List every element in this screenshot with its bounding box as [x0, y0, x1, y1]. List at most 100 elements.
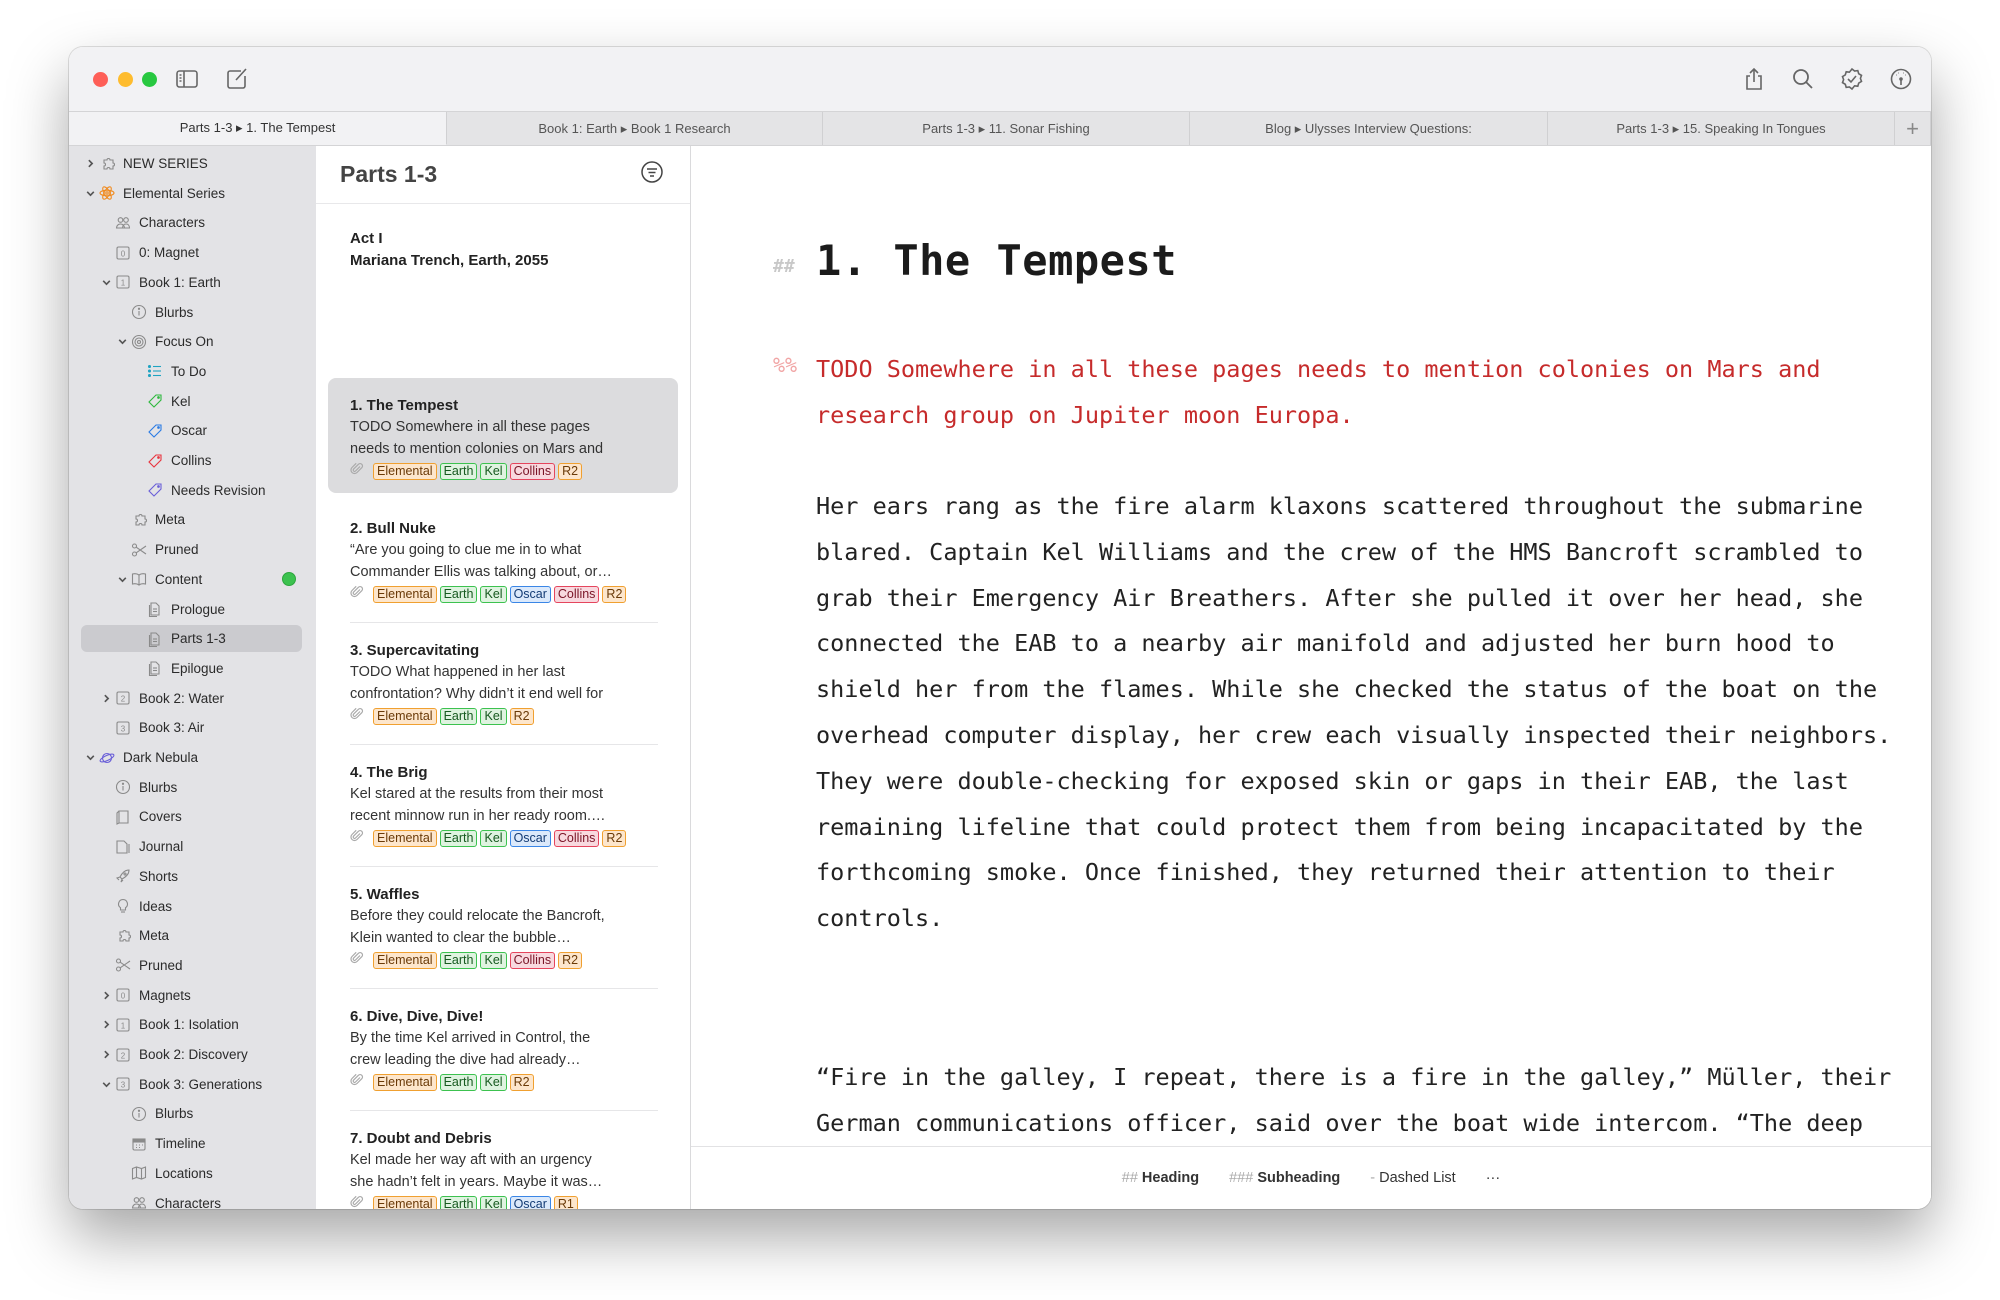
- sidebar-item-content[interactable]: Content: [81, 566, 302, 593]
- sidebar-item-locations[interactable]: Locations: [81, 1160, 302, 1187]
- keyword-tag[interactable]: Kel: [480, 586, 507, 603]
- sidebar-item-ideas[interactable]: Ideas: [81, 893, 302, 920]
- keyword-tag[interactable]: Earth: [439, 1074, 478, 1091]
- keyword-tag[interactable]: Oscar: [509, 830, 551, 847]
- keyword-tag[interactable]: R2: [602, 586, 627, 603]
- sidebar-item-meta[interactable]: Meta: [81, 922, 302, 949]
- sheet-item[interactable]: 6. Dive, Dive, Dive! By the time Kel arri…: [328, 989, 678, 1110]
- sidebar-item-characters[interactable]: Characters: [81, 1190, 302, 1209]
- keyword-tag[interactable]: Kel: [480, 952, 507, 969]
- sidebar-item-book-3-generations[interactable]: 3 Book 3: Generations: [81, 1071, 302, 1098]
- chevron-down-icon[interactable]: [83, 752, 97, 763]
- sidebar-item-meta[interactable]: Meta: [81, 506, 302, 533]
- sidebar-item-collins[interactable]: Collins: [81, 447, 302, 474]
- dashboard-icon[interactable]: [1886, 64, 1916, 94]
- keyword-tag[interactable]: R2: [558, 952, 583, 969]
- editor-text-area[interactable]: ## 1. The Tempest %% TODO Somewhere in a…: [691, 146, 1931, 1146]
- sheet-item[interactable]: 3. Supercavitating TODO What happened in …: [328, 623, 678, 744]
- format-subheading-button[interactable]: ### Subheading: [1229, 1170, 1340, 1186]
- sidebar-item-journal[interactable]: Journal: [81, 833, 302, 860]
- chevron-right-icon[interactable]: [99, 990, 113, 1001]
- sidebar-item-book-1-earth[interactable]: 1 Book 1: Earth: [81, 269, 302, 296]
- tab-1[interactable]: Parts 1-3 ▸ 1. The Tempest: [69, 112, 447, 145]
- sidebar-item-shorts[interactable]: Shorts: [81, 863, 302, 890]
- keyword-tag[interactable]: R2: [509, 1074, 534, 1091]
- act-header-sheet[interactable]: Act I Mariana Trench, Earth, 2055: [316, 204, 690, 378]
- chevron-down-icon[interactable]: [99, 1079, 113, 1090]
- sheet-item[interactable]: 2. Bull Nuke “Are you going to clue me in…: [328, 501, 678, 622]
- add-tab-button[interactable]: +: [1895, 112, 1931, 145]
- sidebar-item-characters[interactable]: Characters: [81, 209, 302, 236]
- keyword-tag[interactable]: Elemental: [373, 586, 437, 603]
- sidebar-item-to-do[interactable]: To Do: [81, 358, 302, 385]
- sheet-item[interactable]: 5. Waffles Before they could relocate the…: [328, 867, 678, 988]
- keyword-tag[interactable]: Kel: [480, 830, 507, 847]
- sidebar-item-book-3-air[interactable]: 3 Book 3: Air: [81, 714, 302, 741]
- sheet-item[interactable]: 7. Doubt and Debris Kel made her way aft …: [328, 1111, 678, 1209]
- keyword-tag[interactable]: R2: [558, 463, 583, 480]
- sidebar-item-prologue[interactable]: Prologue: [81, 596, 302, 623]
- keyword-tag[interactable]: R2: [602, 830, 627, 847]
- chevron-down-icon[interactable]: [99, 277, 113, 288]
- close-button[interactable]: [93, 72, 108, 87]
- sidebar-toggle-icon[interactable]: [172, 64, 202, 94]
- format-dashed-list-button[interactable]: - Dashed List: [1370, 1170, 1455, 1186]
- sidebar-item-book-1-isolation[interactable]: 1 Book 1: Isolation: [81, 1011, 302, 1038]
- keyword-tag[interactable]: Earth: [439, 708, 478, 725]
- keyword-tag[interactable]: Elemental: [373, 463, 437, 480]
- keyword-tag[interactable]: R1: [553, 1196, 578, 1209]
- minimize-button[interactable]: [118, 72, 133, 87]
- sidebar-item-focus-on[interactable]: Focus On: [81, 328, 302, 355]
- sheet-item[interactable]: 1. The Tempest TODO Somewhere in all thes…: [328, 378, 678, 493]
- sidebar-item-blurbs[interactable]: Blurbs: [81, 299, 302, 326]
- chevron-right-icon[interactable]: [99, 1019, 113, 1030]
- sidebar-item-blurbs[interactable]: Blurbs: [81, 774, 302, 801]
- sidebar-item-parts-1-3[interactable]: Parts 1-3: [81, 625, 302, 653]
- sheet-item[interactable]: 4. The Brig Kel stared at the results fro…: [328, 745, 678, 866]
- sidebar-item-needs-revision[interactable]: Needs Revision: [81, 477, 302, 504]
- keyword-tag[interactable]: Oscar: [509, 586, 551, 603]
- tab-5[interactable]: Parts 1-3 ▸ 15. Speaking In Tongues: [1548, 112, 1895, 145]
- keyword-tag[interactable]: Collins: [553, 586, 600, 603]
- sidebar-item-timeline[interactable]: Timeline: [81, 1130, 302, 1157]
- chevron-right-icon[interactable]: [99, 1049, 113, 1060]
- share-icon[interactable]: [1739, 64, 1769, 94]
- sidebar-item-oscar[interactable]: Oscar: [81, 417, 302, 444]
- review-badge-icon[interactable]: [1837, 64, 1867, 94]
- keyword-tag[interactable]: Elemental: [373, 708, 437, 725]
- new-sheet-icon[interactable]: [222, 64, 252, 94]
- more-formats-button[interactable]: ···: [1486, 1170, 1501, 1186]
- keyword-tag[interactable]: Elemental: [373, 1196, 437, 1209]
- keyword-tag[interactable]: Collins: [509, 952, 556, 969]
- sidebar-item-elemental-series[interactable]: Elemental Series: [81, 180, 302, 207]
- keyword-tag[interactable]: Collins: [553, 830, 600, 847]
- sidebar-item-kel[interactable]: Kel: [81, 388, 302, 415]
- sidebar-item-epilogue[interactable]: Epilogue: [81, 655, 302, 682]
- tab-4[interactable]: Blog ▸ Ulysses Interview Questions:: [1190, 112, 1548, 145]
- sidebar-item-pruned[interactable]: Pruned: [81, 952, 302, 979]
- keyword-tag[interactable]: Kel: [480, 1074, 507, 1091]
- sidebar-item-magnets[interactable]: 0 Magnets: [81, 982, 302, 1009]
- keyword-tag[interactable]: Earth: [439, 463, 478, 480]
- keyword-tag[interactable]: Earth: [439, 1196, 478, 1209]
- chevron-down-icon[interactable]: [83, 188, 97, 199]
- format-heading-button[interactable]: ## Heading: [1122, 1170, 1199, 1186]
- keyword-tag[interactable]: Earth: [439, 586, 478, 603]
- search-icon[interactable]: [1788, 64, 1818, 94]
- editor[interactable]: ## 1. The Tempest %% TODO Somewhere in a…: [691, 146, 1931, 1209]
- sidebar-item-pruned[interactable]: Pruned: [81, 536, 302, 563]
- keyword-tag[interactable]: Oscar: [509, 1196, 551, 1209]
- chevron-right-icon[interactable]: [99, 693, 113, 704]
- chevron-right-icon[interactable]: [83, 158, 97, 169]
- sidebar-item-blurbs[interactable]: Blurbs: [81, 1100, 302, 1127]
- sidebar-item-book-2-discovery[interactable]: 2 Book 2: Discovery: [81, 1041, 302, 1068]
- tab-3[interactable]: Parts 1-3 ▸ 11. Sonar Fishing: [823, 112, 1190, 145]
- keyword-tag[interactable]: Elemental: [373, 952, 437, 969]
- keyword-tag[interactable]: R2: [509, 708, 534, 725]
- sidebar-item-new-series[interactable]: NEW SERIES: [81, 150, 302, 177]
- keyword-tag[interactable]: Collins: [509, 463, 556, 480]
- keyword-tag[interactable]: Kel: [480, 463, 507, 480]
- keyword-tag[interactable]: Kel: [480, 1196, 507, 1209]
- chevron-down-icon[interactable]: [115, 336, 129, 347]
- sidebar-item-covers[interactable]: Covers: [81, 803, 302, 830]
